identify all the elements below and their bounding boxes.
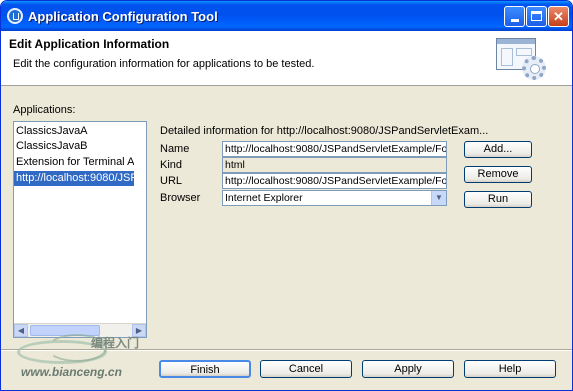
applications-list[interactable]: ClassicsJavaA ClassicsJavaB Extension fo…	[13, 121, 147, 338]
minimize-button[interactable]	[504, 6, 525, 27]
name-label: Name	[160, 143, 190, 155]
kind-field: html	[222, 157, 447, 173]
cancel-button[interactable]: Cancel	[260, 360, 352, 378]
details-label: Detailed information for http://localhos…	[160, 125, 489, 137]
finish-button[interactable]: Finish	[159, 360, 251, 378]
kind-label: Kind	[160, 159, 183, 171]
close-icon: ✕	[553, 9, 564, 24]
applications-label: Applications:	[13, 104, 76, 116]
list-item-selected[interactable]: http://localhost:9080/JSPandSe	[14, 171, 134, 186]
header-panel: Edit Application Information Edit the co…	[1, 31, 572, 86]
remove-button[interactable]: Remove	[464, 166, 532, 183]
minimize-icon	[510, 19, 519, 22]
run-button[interactable]: Run	[464, 191, 532, 208]
title-bar[interactable]: Application Configuration Tool ✕	[1, 1, 572, 31]
url-field[interactable]: http://localhost:9080/JSPandServletExamp…	[222, 173, 447, 189]
steering-wheel-icon	[7, 8, 23, 24]
browser-label: Browser	[160, 192, 201, 204]
close-button[interactable]: ✕	[548, 6, 569, 27]
config-window-gear-icon	[496, 38, 548, 82]
maximize-icon	[531, 11, 542, 21]
list-item[interactable]: ClassicsJavaB	[14, 139, 134, 154]
watermark-url: www.bianceng.cn	[21, 365, 122, 379]
apply-button[interactable]: Apply	[362, 360, 454, 378]
name-field[interactable]: http://localhost:9080/JSPandServletExamp…	[222, 141, 447, 157]
watermark-chinese: 编程入门	[91, 336, 140, 350]
chevron-down-icon[interactable]: ▼	[431, 191, 446, 205]
list-item[interactable]: ClassicsJavaA	[14, 124, 134, 139]
page-description: Edit the configuration information for a…	[13, 58, 315, 70]
list-item[interactable]: Extension for Terminal Applicat	[14, 155, 134, 170]
app-config-window: Application Configuration Tool ✕ Edit Ap…	[0, 0, 573, 391]
page-title: Edit Application Information	[9, 37, 170, 51]
add-button[interactable]: Add...	[464, 141, 532, 158]
browser-select[interactable]: Internet Explorer ▼	[222, 190, 447, 206]
help-button[interactable]: Help	[464, 360, 556, 378]
browser-select-value: Internet Explorer	[225, 192, 303, 204]
window-title: Application Configuration Tool	[28, 9, 218, 24]
maximize-button[interactable]	[526, 6, 547, 27]
url-label: URL	[160, 175, 183, 187]
